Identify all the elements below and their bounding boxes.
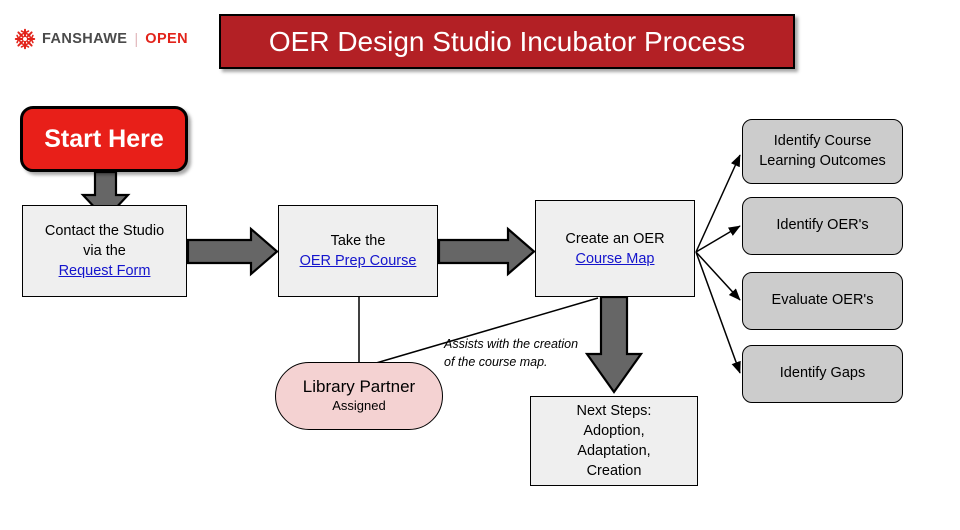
page-title: OER Design Studio Incubator Process [268, 25, 746, 57]
flow-box-create-course-map: Create an OER Course Map [535, 200, 695, 297]
outcome-label: Evaluate OER's [771, 292, 874, 309]
start-here-label: Start Here [44, 124, 164, 153]
fanout-map-to-outcomes [695, 154, 741, 374]
library-partner-subtitle: Assigned [332, 397, 386, 413]
next-steps-line-1: Next Steps: [576, 403, 652, 419]
flow-box-next-steps: Next Steps: Adoption, Adaptation, Creati… [530, 396, 698, 486]
outcome-label: Identify OER's [776, 217, 869, 234]
library-partner-title: Library Partner [302, 377, 416, 397]
arrow-prep-to-map [437, 226, 536, 277]
brand-divider: | [134, 30, 139, 48]
outcome-box-evaluate-oers: Evaluate OER's [742, 272, 903, 330]
next-steps-line-3: Adaptation, [577, 443, 651, 459]
outcome-box-identify-gaps: Identify Gaps [742, 345, 903, 403]
diagram-canvas: FANSHAWE | OPEN OER Design Studio Incuba… [0, 0, 960, 530]
request-form-link[interactable]: Request Form [59, 263, 151, 279]
arrow-contact-to-prep [186, 226, 279, 277]
brand-logo: FANSHAWE | OPEN [14, 26, 188, 52]
outcome-box-identify-learning-outcomes: Identify Course Learning Outcomes [742, 119, 903, 184]
contact-line-1: Contact the Studio [44, 223, 165, 239]
next-steps-line-4: Creation [586, 463, 642, 479]
arrow-map-to-next [584, 295, 644, 394]
prep-line-1: Take the [330, 233, 386, 249]
page-title-banner: OER Design Studio Incubator Process [219, 14, 795, 69]
flow-box-contact-studio: Contact the Studio via the Request Form [22, 205, 187, 297]
oer-prep-course-link[interactable]: OER Prep Course [300, 253, 417, 269]
outcome-label: Identify Course Learning Outcomes [759, 132, 886, 169]
fanshawe-snowflake-icon [14, 28, 36, 50]
brand-open-label: OPEN [145, 30, 188, 47]
outcome-box-identify-oers: Identify OER's [742, 197, 903, 255]
flow-box-take-prep-course: Take the OER Prep Course [278, 205, 438, 297]
next-steps-line-2: Adoption, [583, 423, 645, 439]
course-map-link[interactable]: Course Map [576, 251, 655, 267]
contact-line-2: via the [83, 243, 126, 259]
map-line-1: Create an OER [565, 230, 665, 247]
start-here-badge: Start Here [20, 106, 188, 172]
outcome-label: Identify Gaps [779, 365, 866, 382]
brand-wordmark: FANSHAWE [42, 30, 128, 47]
course-map-assist-annotation: Assists with the creation of the course … [444, 337, 579, 369]
library-partner-node: Library Partner Assigned [275, 362, 443, 430]
